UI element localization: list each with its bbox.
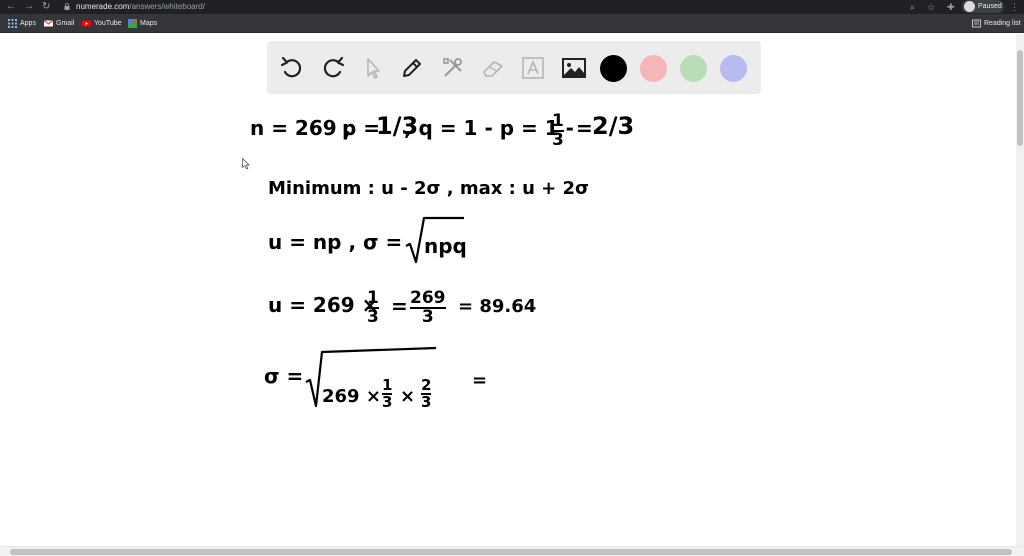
forward-icon[interactable]: → <box>24 1 34 13</box>
undo-icon <box>280 56 302 78</box>
bookmark-youtube[interactable]: YouTube <box>82 18 122 29</box>
color-swatch-green[interactable] <box>680 55 707 82</box>
image-icon <box>562 58 586 78</box>
color-swatch-pink[interactable] <box>640 55 667 82</box>
horizontal-scrollbar[interactable] <box>0 546 1024 556</box>
bookmark-label: Apps <box>20 20 36 27</box>
tools-button[interactable] <box>438 53 468 83</box>
select-pointer-icon <box>367 58 380 79</box>
url-domain: numerade.com <box>76 2 130 11</box>
select-button[interactable] <box>358 53 388 83</box>
text-button[interactable] <box>518 53 548 83</box>
bookmark-label: Gmail <box>56 20 75 27</box>
bookmark-label: YouTube <box>94 20 122 27</box>
maps-icon <box>128 19 137 28</box>
scroll-thumb[interactable] <box>10 549 1012 555</box>
lock-icon <box>64 3 70 10</box>
gmail-icon <box>44 20 53 27</box>
browser-toolbar: ← → ↻ numerade.com/answers/whiteboard/ ⌕… <box>0 0 1024 14</box>
whiteboard-page[interactable] <box>0 34 1016 546</box>
bookmark-maps[interactable]: Maps <box>128 18 157 29</box>
youtube-icon <box>82 20 91 27</box>
mouse-cursor-icon <box>242 158 250 170</box>
bookmarks-bar: Apps Gmail YouTube Maps Reading list <box>0 14 1024 33</box>
extensions-icon[interactable]: ✚ <box>947 1 955 13</box>
back-icon[interactable]: ← <box>6 1 16 13</box>
avatar <box>964 1 975 12</box>
whiteboard-toolbar <box>267 41 761 94</box>
bookmark-label: Maps <box>140 20 158 27</box>
pen-icon <box>403 59 421 77</box>
undo-button[interactable] <box>277 53 307 83</box>
reload-icon[interactable]: ↻ <box>42 1 50 13</box>
reading-list-button[interactable]: Reading list <box>972 18 1021 29</box>
reading-list-icon <box>972 19 981 28</box>
color-swatch-blue[interactable] <box>720 55 747 82</box>
reading-list-label: Reading list <box>984 20 1021 27</box>
text-icon <box>522 57 544 79</box>
address-bar[interactable]: numerade.com/answers/whiteboard/ <box>76 1 205 13</box>
eraser-button[interactable] <box>478 53 508 83</box>
url-path: /answers/whiteboard/ <box>129 2 205 11</box>
star-icon[interactable]: ☆ <box>927 1 935 13</box>
zoom-icon[interactable]: ⌕ <box>910 1 915 13</box>
tools-icon <box>443 58 462 77</box>
bookmark-gmail[interactable]: Gmail <box>44 18 74 29</box>
redo-icon <box>323 56 345 78</box>
eraser-icon <box>483 61 503 77</box>
apps-grid-icon <box>8 19 17 28</box>
image-button[interactable] <box>559 53 589 83</box>
profile-button[interactable]: Paused <box>962 0 1004 13</box>
bookmark-apps[interactable]: Apps <box>8 18 36 29</box>
pen-button[interactable] <box>397 53 427 83</box>
menu-icon[interactable]: ⋮ <box>1010 1 1019 13</box>
profile-status: Paused <box>978 3 1002 10</box>
scroll-thumb[interactable] <box>1017 50 1023 146</box>
redo-button[interactable] <box>318 53 348 83</box>
color-swatch-black[interactable] <box>600 55 627 82</box>
vertical-scrollbar[interactable] <box>1016 34 1024 546</box>
